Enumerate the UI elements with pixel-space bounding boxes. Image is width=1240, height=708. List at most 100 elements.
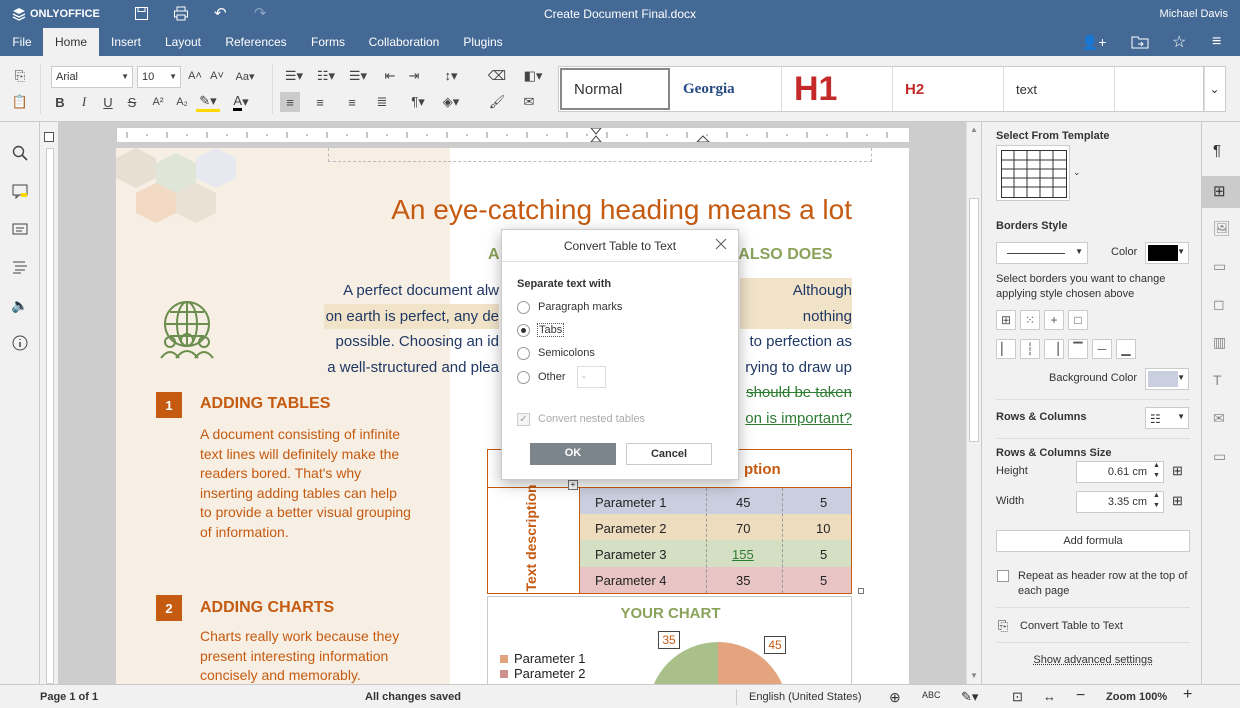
italic-icon[interactable]: I bbox=[74, 92, 94, 112]
style-text[interactable]: text bbox=[1004, 67, 1115, 111]
font-size-select[interactable]: 10 ▼ bbox=[137, 66, 181, 88]
menu-file[interactable]: File bbox=[4, 28, 40, 56]
styles-expand-icon[interactable]: ⌄ bbox=[1203, 67, 1225, 111]
radio-tabs[interactable] bbox=[517, 324, 530, 337]
style-empty[interactable] bbox=[1115, 67, 1205, 111]
form-settings-icon[interactable]: ▭ bbox=[1213, 448, 1226, 465]
open-location-icon[interactable] bbox=[1131, 34, 1149, 50]
add-user-icon[interactable]: 👤+ bbox=[1081, 34, 1107, 51]
nested-tables-checkbox[interactable]: ✓ bbox=[517, 413, 530, 426]
bullet-list-icon[interactable]: ☰▾ bbox=[282, 66, 306, 86]
zoom-in-icon[interactable]: + bbox=[1183, 686, 1192, 704]
convert-table-icon[interactable]: ⎘ bbox=[998, 618, 1008, 634]
border-style-select[interactable]: ▼ bbox=[996, 242, 1088, 264]
rows-columns-menu[interactable]: ☷ ▼ bbox=[1145, 407, 1189, 429]
header-footer-icon[interactable]: ▭ bbox=[1213, 258, 1226, 275]
distribute-rows-icon[interactable]: ⊞ bbox=[1172, 463, 1183, 479]
inner-borders-icon[interactable]: + bbox=[1044, 310, 1064, 330]
scroll-down-icon[interactable]: ▼ bbox=[970, 671, 978, 680]
menu-layout[interactable]: Layout bbox=[158, 28, 208, 56]
clear-style-icon[interactable]: ⌫ bbox=[487, 66, 507, 86]
track-changes-icon[interactable]: ✎▾ bbox=[961, 689, 978, 705]
shape-settings-icon[interactable]: ◻ bbox=[1213, 296, 1225, 313]
align-right-icon[interactable]: ≡ bbox=[342, 92, 362, 112]
bold-icon[interactable]: B bbox=[50, 92, 70, 112]
radio-semicolons[interactable] bbox=[517, 347, 530, 360]
font-color-icon[interactable]: A ▾ bbox=[228, 92, 254, 112]
border-color-picker[interactable]: ▼ bbox=[1145, 242, 1189, 264]
height-input[interactable]: 0.61 cm bbox=[1076, 461, 1164, 483]
convert-table-link[interactable]: Convert Table to Text bbox=[1020, 620, 1123, 632]
decrease-font-icon[interactable]: A˅ bbox=[207, 66, 227, 86]
underline-icon[interactable]: U bbox=[98, 92, 118, 112]
image-settings-icon[interactable]: 🖼 bbox=[1213, 220, 1231, 237]
highlight-icon[interactable]: ✎▾ bbox=[196, 92, 220, 112]
radio-paragraph-marks[interactable] bbox=[517, 301, 530, 314]
scroll-up-icon[interactable]: ▲ bbox=[970, 125, 978, 134]
style-normal[interactable]: Normal bbox=[560, 68, 670, 110]
template-picker[interactable] bbox=[996, 145, 1070, 201]
doc-language-globe-icon[interactable]: ⊕ bbox=[889, 689, 901, 706]
radio-other[interactable] bbox=[517, 371, 530, 384]
scroll-thumb[interactable] bbox=[969, 198, 979, 442]
zoom-out-icon[interactable]: − bbox=[1076, 687, 1085, 705]
width-spinner-icon[interactable]: ▲ ▼ bbox=[1153, 491, 1160, 511]
table-settings-icon[interactable]: ⊞ bbox=[1213, 182, 1226, 200]
menu-insert[interactable]: Insert bbox=[104, 28, 148, 56]
horizontal-inner-border-icon[interactable]: ─ bbox=[1092, 339, 1112, 359]
color-scheme-icon[interactable]: ◧▾ bbox=[519, 66, 547, 86]
ok-button[interactable]: OK bbox=[530, 443, 616, 465]
width-input[interactable]: 3.35 cm bbox=[1076, 491, 1164, 513]
numbered-list-icon[interactable]: ☷▾ bbox=[314, 66, 338, 86]
mail-merge-icon[interactable]: ✉ bbox=[519, 92, 539, 112]
menu-forms[interactable]: Forms bbox=[304, 28, 352, 56]
height-spinner-icon[interactable]: ▲ ▼ bbox=[1153, 461, 1160, 481]
font-name-select[interactable]: Arial ▼ bbox=[51, 66, 133, 88]
top-border-icon[interactable]: ▔ bbox=[1068, 339, 1088, 359]
shading-icon[interactable]: ◈▾ bbox=[437, 92, 465, 112]
menu-references[interactable]: References bbox=[218, 28, 294, 56]
align-left-icon[interactable]: ≡ bbox=[280, 92, 300, 112]
cancel-button[interactable]: Cancel bbox=[626, 443, 712, 465]
nonprinting-characters-icon[interactable]: ¶▾ bbox=[405, 92, 431, 112]
change-case-icon[interactable]: Aa▾ bbox=[231, 66, 259, 86]
multilevel-list-icon[interactable]: ☰▾ bbox=[344, 66, 372, 86]
all-borders-icon[interactable]: ⊞ bbox=[996, 310, 1016, 330]
chart-settings-icon[interactable]: ▥ bbox=[1213, 334, 1226, 351]
subscript-icon[interactable]: A₂ bbox=[172, 92, 192, 112]
copy-icon[interactable]: ⎘ bbox=[10, 66, 30, 86]
copy-style-icon[interactable]: 🖌 bbox=[487, 92, 507, 112]
repeat-header-checkbox[interactable] bbox=[997, 570, 1009, 582]
hamburger-menu-icon[interactable]: ≡ bbox=[1212, 33, 1221, 51]
add-formula-button[interactable]: Add formula bbox=[996, 530, 1190, 552]
style-h1[interactable]: H1 bbox=[782, 67, 893, 111]
line-spacing-icon[interactable]: ↕▾ bbox=[438, 66, 464, 86]
language-select[interactable]: English (United States) bbox=[749, 691, 862, 703]
about-info-icon[interactable] bbox=[10, 333, 30, 353]
tab-stop-selector-icon[interactable] bbox=[44, 132, 54, 142]
vertical-scrollbar[interactable]: ▲ ▼ bbox=[966, 122, 980, 684]
strikethrough-icon[interactable]: S bbox=[122, 92, 142, 112]
mail-merge-settings-icon[interactable]: ✉ bbox=[1213, 410, 1225, 427]
other-separator-input[interactable]: - bbox=[577, 366, 606, 388]
left-border-icon[interactable]: ▏ bbox=[996, 339, 1016, 359]
justify-icon[interactable]: ≣ bbox=[372, 92, 392, 112]
fit-page-icon[interactable]: ⊡ bbox=[1012, 689, 1023, 705]
decrease-indent-icon[interactable]: ⇤ bbox=[380, 66, 400, 86]
page-indicator[interactable]: Page 1 of 1 bbox=[40, 691, 98, 703]
outer-borders-icon[interactable]: □ bbox=[1068, 310, 1088, 330]
textart-settings-icon[interactable]: T bbox=[1213, 372, 1222, 388]
increase-font-icon[interactable]: A˄ bbox=[185, 66, 205, 86]
vertical-inner-border-icon[interactable]: ┆ bbox=[1020, 339, 1040, 359]
paste-icon[interactable]: 📋 bbox=[10, 92, 30, 112]
fit-width-icon[interactable]: ↔ bbox=[1043, 689, 1056, 704]
bottom-border-icon[interactable]: ▁ bbox=[1116, 339, 1136, 359]
chat-icon[interactable] bbox=[10, 219, 30, 239]
horizontal-ruler[interactable] bbox=[116, 127, 910, 143]
background-color-picker[interactable]: ▼ bbox=[1145, 368, 1189, 390]
comments-icon[interactable] bbox=[10, 181, 30, 201]
table-move-handle-icon[interactable]: + bbox=[568, 480, 578, 490]
template-dropdown-icon[interactable]: ⌄ bbox=[1073, 167, 1081, 178]
user-name[interactable]: Michael Davis bbox=[1160, 8, 1228, 20]
search-icon[interactable] bbox=[10, 143, 30, 163]
